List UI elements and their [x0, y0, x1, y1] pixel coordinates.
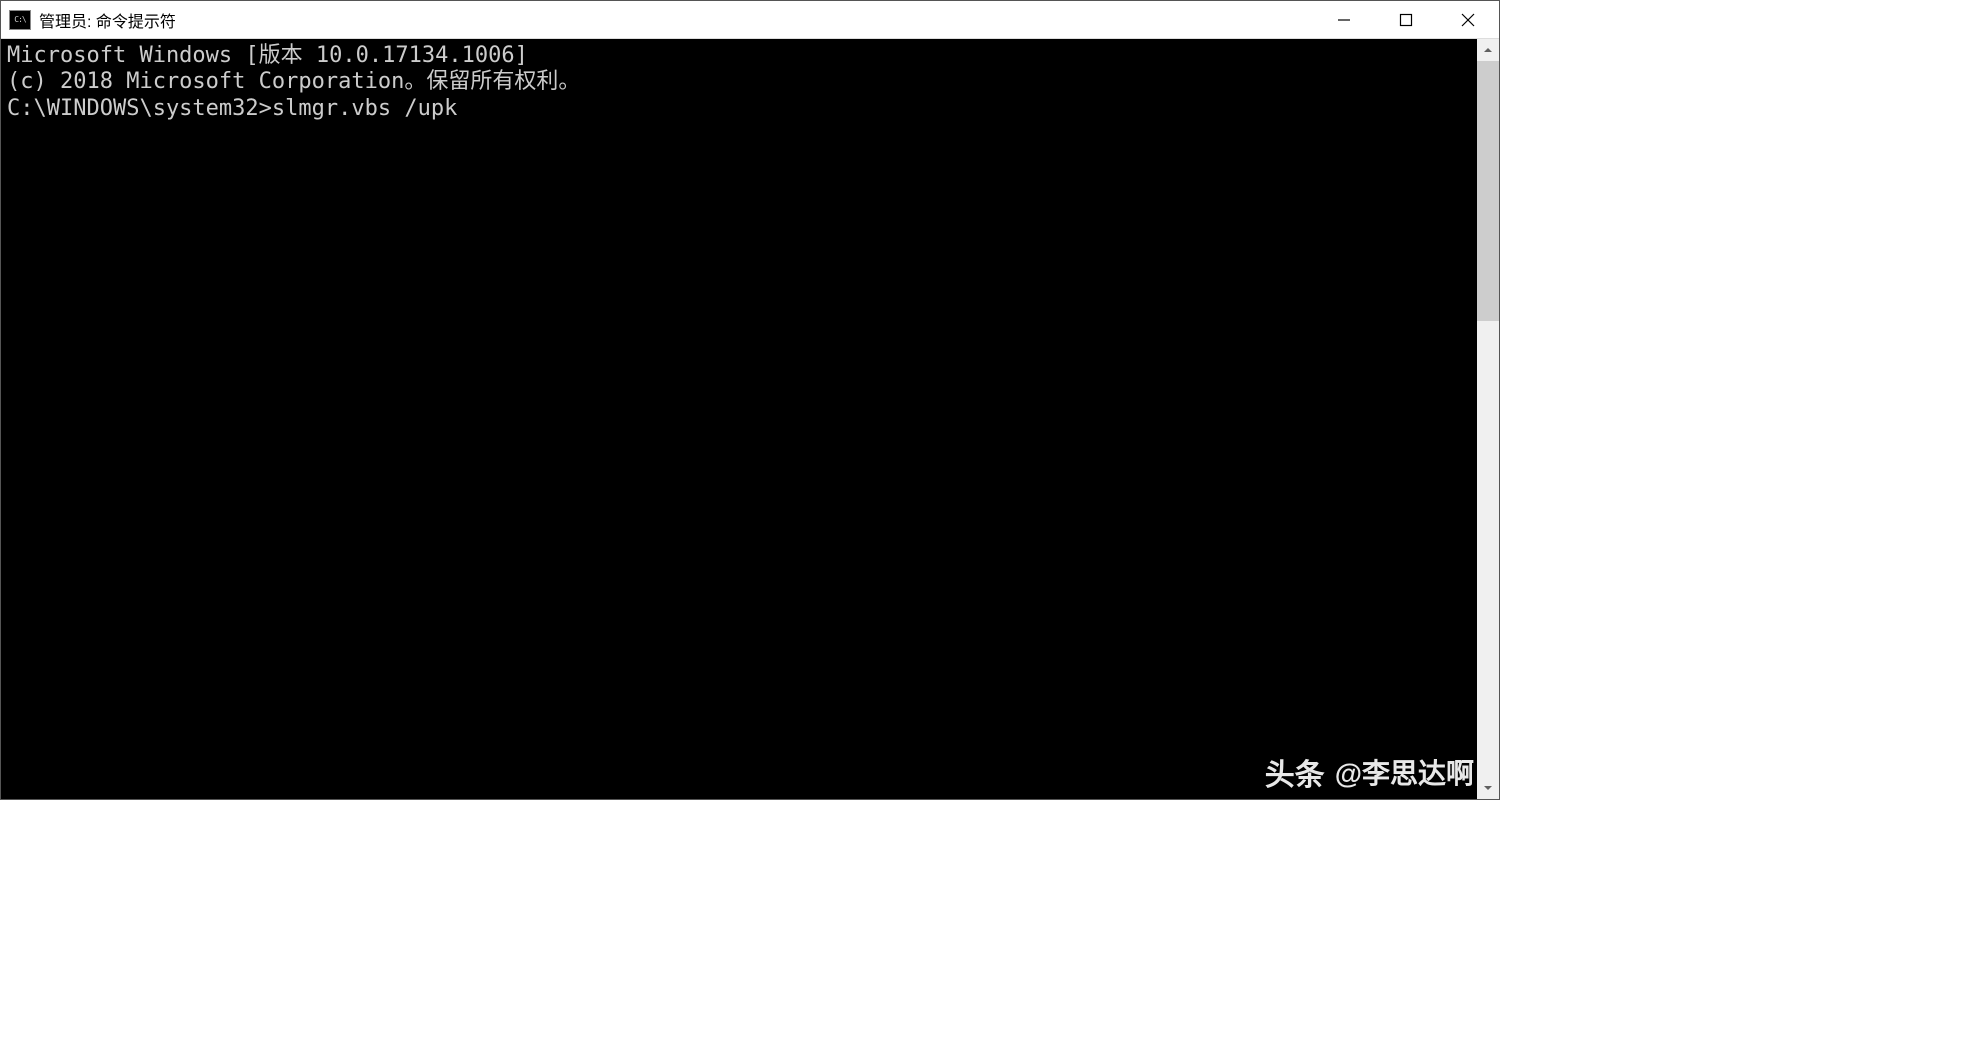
minimize-icon — [1337, 13, 1351, 27]
terminal-line: Microsoft Windows [版本 10.0.17134.1006] — [7, 43, 1471, 69]
titlebar[interactable]: C:\ 管理员: 命令提示符 — [1, 1, 1499, 39]
window-title: 管理员: 命令提示符 — [39, 8, 176, 32]
window-controls — [1313, 1, 1499, 38]
titlebar-left: C:\ 管理员: 命令提示符 — [1, 8, 1313, 32]
scroll-thumb[interactable] — [1477, 61, 1499, 321]
maximize-button[interactable] — [1375, 1, 1437, 38]
cmd-icon: C:\ — [9, 10, 31, 30]
command-prompt-window: C:\ 管理员: 命令提示符 Microsoft Win — [0, 0, 1500, 800]
terminal-area: Microsoft Windows [版本 10.0.17134.1006](c… — [1, 39, 1499, 799]
scroll-down-button[interactable] — [1477, 777, 1499, 799]
close-icon — [1461, 13, 1475, 27]
vertical-scrollbar[interactable] — [1477, 39, 1499, 799]
terminal-prompt-line: C:\WINDOWS\system32>slmgr.vbs /upk — [7, 96, 1471, 122]
terminal-line: (c) 2018 Microsoft Corporation。保留所有权利。 — [7, 69, 1471, 95]
scroll-up-button[interactable] — [1477, 39, 1499, 61]
minimize-button[interactable] — [1313, 1, 1375, 38]
close-button[interactable] — [1437, 1, 1499, 38]
terminal-output[interactable]: Microsoft Windows [版本 10.0.17134.1006](c… — [1, 39, 1477, 799]
scroll-track[interactable] — [1477, 61, 1499, 777]
chevron-down-icon — [1483, 783, 1493, 793]
chevron-up-icon — [1483, 45, 1493, 55]
maximize-icon — [1399, 13, 1413, 27]
